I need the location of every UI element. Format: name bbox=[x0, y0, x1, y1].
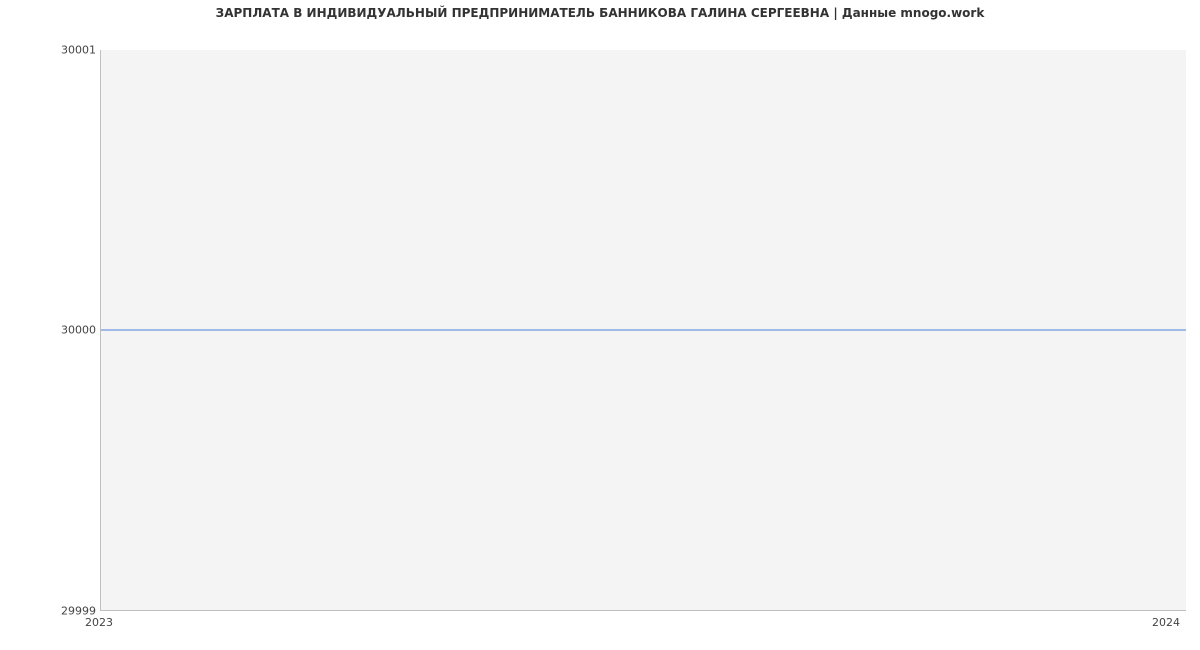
y-tick-label: 30001 bbox=[61, 44, 96, 57]
plot-area bbox=[100, 50, 1186, 611]
chart-title: ЗАРПЛАТА В ИНДИВИДУАЛЬНЫЙ ПРЕДПРИНИМАТЕЛ… bbox=[0, 6, 1200, 20]
y-tick-label: 30000 bbox=[61, 324, 96, 337]
x-tick-label: 2024 bbox=[1152, 616, 1180, 629]
salary-line-chart: ЗАРПЛАТА В ИНДИВИДУАЛЬНЫЙ ПРЕДПРИНИМАТЕЛ… bbox=[0, 0, 1200, 650]
series-line bbox=[101, 330, 1186, 331]
x-tick-label: 2023 bbox=[85, 616, 113, 629]
